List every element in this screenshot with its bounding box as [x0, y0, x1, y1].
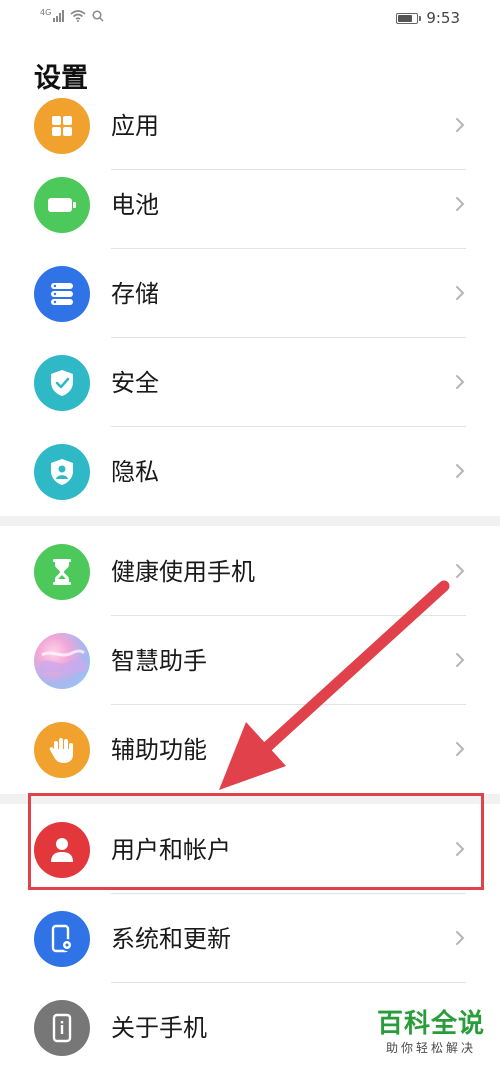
settings-item-label: 应用: [111, 112, 159, 140]
chevron-right-icon: [456, 197, 465, 211]
accessibility-icon-circle: [34, 722, 90, 778]
settings-item-system[interactable]: 系统和更新: [0, 895, 500, 983]
storage-icon-circle: [34, 266, 90, 322]
status-bar-right: 9:53: [396, 9, 460, 27]
signal-icon: [53, 10, 65, 22]
settings-item-label: 用户和帐户: [111, 836, 231, 864]
settings-item-privacy[interactable]: 隐私: [0, 428, 500, 516]
watermark: 百科全说 助你轻松解决: [370, 1008, 492, 1056]
storage-icon: [51, 283, 73, 305]
chevron-right-icon: [456, 842, 465, 856]
settings-item-label: 安全: [111, 369, 159, 397]
chevron-right-icon: [456, 118, 465, 132]
settings-item-security[interactable]: 安全: [0, 339, 500, 427]
battery-status-icon: [396, 12, 422, 24]
settings-item-label: 健康使用手机: [111, 558, 255, 586]
watermark-subtitle: 助你轻松解决: [385, 1041, 476, 1055]
security-icon-circle: [34, 355, 90, 411]
divider: [111, 615, 466, 616]
page-title: 设置: [34, 63, 88, 94]
digital-balance-icon-circle: [34, 544, 90, 600]
apps-icon: [52, 116, 72, 136]
battery-icon: [48, 198, 76, 212]
chevron-right-icon: [456, 742, 465, 756]
divider: [111, 893, 466, 894]
settings-item-label: 关于手机: [111, 1014, 207, 1042]
shield-icon: [51, 370, 73, 396]
about-icon-circle: [34, 1000, 90, 1056]
users-icon-circle: [34, 822, 90, 878]
privacy-icon-circle: [34, 444, 90, 500]
settings-item-label: 智慧助手: [111, 647, 207, 675]
system-icon-circle: [34, 911, 90, 967]
chevron-right-icon: [456, 464, 465, 478]
divider: [111, 426, 466, 427]
chevron-right-icon: [456, 375, 465, 389]
settings-item-apps[interactable]: 应用: [0, 98, 500, 170]
phone-gear-icon: [51, 924, 73, 953]
settings-item-digital-balance[interactable]: 健康使用手机: [0, 528, 500, 616]
settings-item-accessibility[interactable]: 辅助功能: [0, 706, 500, 794]
battery-icon-circle: [34, 177, 90, 233]
status-bar-left: 4G: [40, 7, 104, 22]
privacy-icon: [51, 459, 73, 485]
user-icon: [51, 838, 73, 862]
divider: [111, 704, 466, 705]
assistant-icon-circle: [34, 633, 90, 689]
settings-item-users[interactable]: 用户和帐户: [0, 806, 500, 894]
settings-item-label: 电池: [111, 191, 159, 219]
settings-item-assistant[interactable]: 智慧助手: [0, 617, 500, 705]
network-type: 4G: [40, 7, 52, 17]
divider: [111, 248, 466, 249]
status-bar: 4G 9:53: [0, 0, 500, 38]
section-gap: [0, 516, 500, 526]
settings-item-battery[interactable]: 电池: [0, 161, 500, 249]
chevron-right-icon: [456, 286, 465, 300]
settings-item-label: 系统和更新: [111, 925, 231, 953]
settings-item-label: 辅助功能: [111, 736, 207, 764]
chevron-right-icon: [456, 653, 465, 667]
apps-icon-circle: [34, 98, 90, 154]
wifi-icon: [70, 10, 86, 22]
settings-item-storage[interactable]: 存储: [0, 250, 500, 338]
hourglass-icon: [53, 559, 71, 585]
assistant-icon: [40, 649, 86, 675]
divider: [111, 337, 466, 338]
settings-item-label: 存储: [111, 280, 159, 308]
settings-item-label: 隐私: [111, 458, 159, 486]
hand-icon: [49, 738, 73, 763]
settings-list: 应用 电池 存储 安全 隐私 健康使用手机 智慧助手 辅助功能 用户和帐户 系统…: [0, 98, 500, 1072]
phone-info-icon: [52, 1013, 72, 1043]
chevron-right-icon: [456, 931, 465, 945]
divider: [111, 982, 466, 983]
clock: 9:53: [426, 9, 460, 27]
search-icon: [92, 10, 104, 22]
battery-fill: [398, 14, 412, 22]
watermark-title: 百科全说: [376, 1009, 485, 1039]
section-gap: [0, 794, 500, 804]
chevron-right-icon: [456, 564, 465, 578]
